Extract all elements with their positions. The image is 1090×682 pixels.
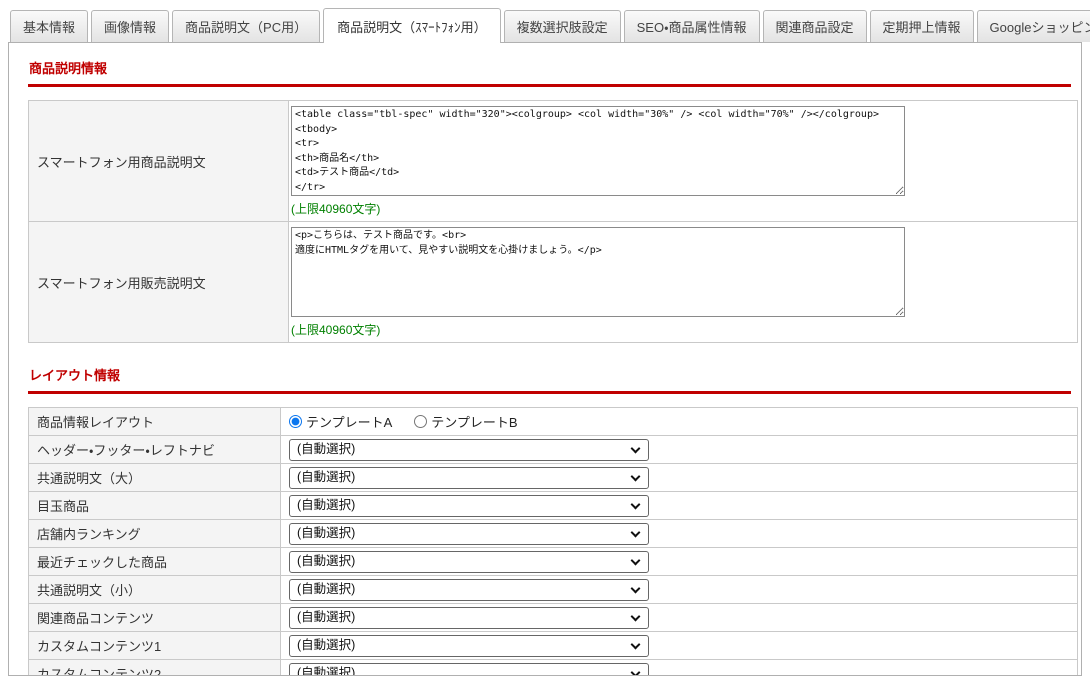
related-product-content-label: 関連商品コンテンツ <box>28 603 281 632</box>
table-row: 共通説明文（大） (自動選択) <box>28 463 1078 492</box>
char-limit-note: (上限40960文字) <box>291 323 381 337</box>
recently-checked-select[interactable]: (自動選択) <box>289 550 649 573</box>
section-divider <box>28 391 1071 394</box>
common-description-small-label: 共通説明文（小） <box>28 575 281 604</box>
store-ranking-select[interactable]: (自動選択) <box>289 522 649 545</box>
template-a-radio[interactable] <box>289 415 302 428</box>
recently-checked-label: 最近チェックした商品 <box>28 547 281 576</box>
table-row: カスタムコンテンツ1 (自動選択) <box>28 631 1078 660</box>
template-b-option[interactable]: テンプレートB <box>414 412 518 431</box>
header-footer-leftnav-select[interactable]: (自動選択) <box>289 438 649 461</box>
custom-content-1-select[interactable]: (自動選択) <box>289 634 649 657</box>
char-limit-note: (上限40960文字) <box>291 202 381 216</box>
table-row: 共通説明文（小） (自動選択) <box>28 575 1078 604</box>
table-row: スマートフォン用販売説明文 <p>こちらは、テスト商品です。<br> 適度にHT… <box>28 221 1078 343</box>
table-row: 店舗内ランキング (自動選択) <box>28 519 1078 548</box>
section-divider <box>28 84 1071 87</box>
tab-subscription-info[interactable]: 定期押上情報 <box>869 10 974 42</box>
description-section-heading: 商品説明情報 <box>29 61 108 76</box>
template-radio-group: テンプレートA テンプレートB <box>289 412 1069 431</box>
tab-google-shopping[interactable]: Googleショッピング連携 <box>976 10 1090 42</box>
tab-seo-attributes[interactable]: SEO・商品属性情報 <box>623 10 760 42</box>
header-footer-leftnav-label: ヘッダー・フッター・レフトナビ <box>28 435 281 464</box>
tab-related-products[interactable]: 関連商品設定 <box>762 10 867 42</box>
common-description-large-label: 共通説明文（大） <box>28 463 281 492</box>
table-row: ヘッダー・フッター・レフトナビ (自動選択) <box>28 435 1078 464</box>
related-product-content-select[interactable]: (自動選択) <box>289 606 649 629</box>
smartphone-sales-description-label: スマートフォン用販売説明文 <box>28 221 289 343</box>
tab-basic-info[interactable]: 基本情報 <box>10 10 89 42</box>
smartphone-sales-description-textarea[interactable]: <p>こちらは、テスト商品です。<br> 適度にHTMLタグを用いて、見やすい説… <box>291 227 905 317</box>
tab-image-info[interactable]: 画像情報 <box>91 10 170 42</box>
template-a-option[interactable]: テンプレートA <box>289 412 392 431</box>
layout-section-heading: レイアウト情報 <box>29 368 121 383</box>
table-row: 関連商品コンテンツ (自動選択) <box>28 603 1078 632</box>
common-description-large-select[interactable]: (自動選択) <box>289 466 649 489</box>
custom-content-1-label: カスタムコンテンツ1 <box>28 631 281 660</box>
tab-bar: 基本情報 画像情報 商品説明文（PC用） 商品説明文（ｽﾏｰﾄﾌｫﾝ用） 複数選… <box>8 8 1090 43</box>
template-b-radio[interactable] <box>414 415 428 428</box>
smartphone-description-textarea[interactable]: <table class="tbl-spec" width="320"><col… <box>291 106 905 196</box>
table-row: 商品情報レイアウト テンプレートA テンプレートB <box>28 407 1078 436</box>
product-edit-page: 基本情報 画像情報 商品説明文（PC用） 商品説明文（ｽﾏｰﾄﾌｫﾝ用） 複数選… <box>8 8 1090 676</box>
tab-description-pc[interactable]: 商品説明文（PC用） <box>172 10 321 42</box>
template-b-label: テンプレートB <box>431 415 518 430</box>
template-a-label: テンプレートA <box>306 415 393 430</box>
product-layout-label: 商品情報レイアウト <box>28 407 281 436</box>
table-row: 目玉商品 (自動選択) <box>28 491 1078 520</box>
common-description-small-select[interactable]: (自動選択) <box>289 578 649 601</box>
table-row: スマートフォン用商品説明文 <table class="tbl-spec" wi… <box>28 100 1078 222</box>
store-ranking-label: 店舗内ランキング <box>28 519 281 548</box>
layout-table: 商品情報レイアウト テンプレートA テンプレートB ヘッダー・フッター・レフトナ… <box>28 407 1078 675</box>
featured-product-label: 目玉商品 <box>28 491 281 520</box>
featured-product-select[interactable]: (自動選択) <box>289 494 649 517</box>
table-row: 最近チェックした商品 (自動選択) <box>28 547 1078 576</box>
tab-description-smartphone[interactable]: 商品説明文（ｽﾏｰﾄﾌｫﾝ用） <box>323 8 501 43</box>
tab-multiple-choice[interactable]: 複数選択肢設定 <box>503 10 621 42</box>
tab-content-panel: 商品説明情報 スマートフォン用商品説明文 <table class="tbl-s… <box>8 42 1082 676</box>
description-table: スマートフォン用商品説明文 <table class="tbl-spec" wi… <box>28 100 1078 343</box>
smartphone-description-label: スマートフォン用商品説明文 <box>28 100 289 222</box>
